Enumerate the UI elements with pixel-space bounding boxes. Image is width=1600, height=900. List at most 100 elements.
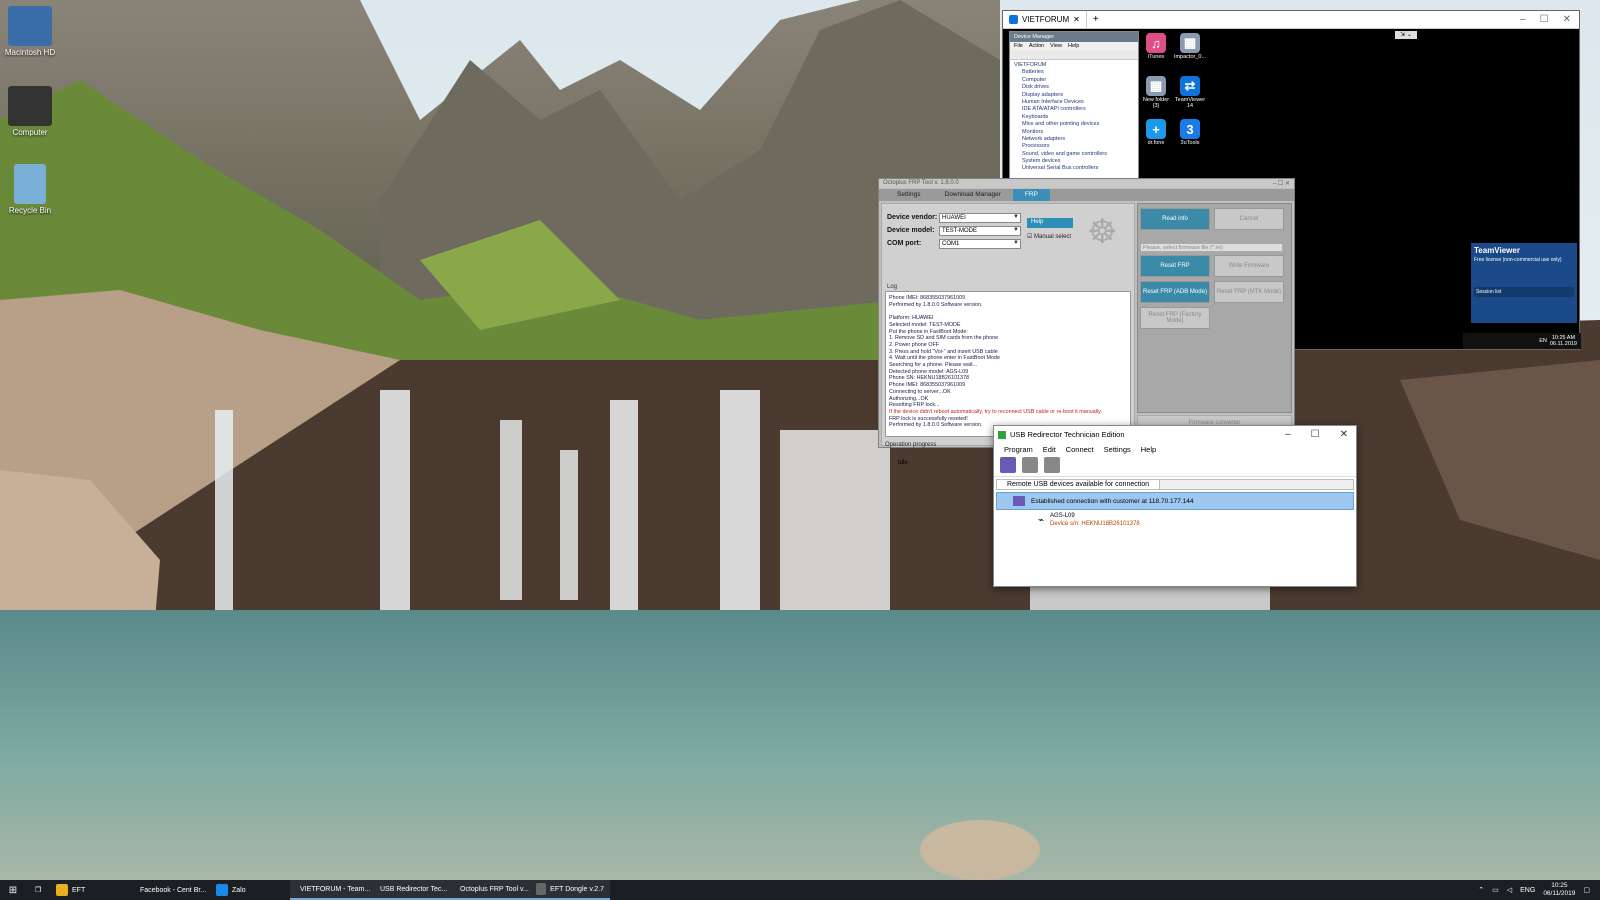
taskbar-app-button[interactable]: Zalo [210,880,290,900]
language-indicator[interactable]: ENG [1520,887,1535,894]
maximize-icon[interactable]: ☐ [1540,14,1549,25]
chevron-up-icon[interactable]: ⌃ [1478,886,1484,894]
write-firmware-button[interactable]: Write Firmware [1214,255,1284,277]
menu-help[interactable]: Help [1068,43,1079,49]
menu-connect[interactable]: Connect [1066,445,1094,454]
reset-frp-button[interactable]: Reset FRP [1140,255,1210,277]
add-connection-icon[interactable] [1000,457,1016,473]
tree-item[interactable]: Human Interface Devices [1014,99,1134,106]
tree-item[interactable]: Keyboards [1014,114,1134,121]
log-line: Detected phone model: AGS-L09 [889,368,969,375]
tree-item[interactable]: Batteries [1014,69,1134,76]
taskbar-app-label: Zalo [232,886,246,894]
minimize-icon[interactable]: – [1285,429,1291,440]
tree-item[interactable]: Sound, video and game controllers [1014,151,1134,158]
remote-view-toolbar-toggle[interactable]: ⇲ ⌄ [1395,31,1417,39]
menu-program[interactable]: Program [1004,445,1033,454]
help-button[interactable]: Help [1027,218,1073,228]
minimize-icon[interactable]: – [1520,14,1526,25]
remote-icon-new-folder[interactable]: ▦ New folder (3) [1139,76,1173,109]
taskbar-app-button[interactable]: VIETFORUM - Team... [290,880,370,900]
remote-session-tab[interactable]: VIETFORUM ✕ [1003,10,1087,29]
log-textarea[interactable]: Phone IMEI: 868355037961009 Performed by … [885,291,1131,437]
port-select[interactable]: COM1 [939,238,1021,249]
vendor-select[interactable]: HUAWEI [939,212,1021,223]
tree-item[interactable]: Mice and other pointing devices [1014,121,1134,128]
tree-item[interactable]: Universal Serial Bus controllers [1014,165,1134,172]
remote-lang[interactable]: EN [1539,338,1547,344]
vendor-label: Device vendor: [887,214,938,221]
octoplus-title: Octoplus FRP Tool v. 1.8.0.0 [883,180,959,186]
maximize-icon[interactable]: ☐ [1311,429,1320,440]
notification-icon[interactable]: ▢ [1583,886,1590,894]
tree-item[interactable]: VIETFORUM [1014,62,1134,69]
connection-text: Established connection with customer at … [1031,497,1194,505]
clock[interactable]: 10:25 06/11/2019 [1543,882,1575,898]
menu-file[interactable]: File [1014,43,1023,49]
model-select[interactable]: TEST-MODE [939,225,1021,236]
disconnect-device-icon[interactable] [1044,457,1060,473]
remote-icon-teamviewer[interactable]: ⇄ TeamViewer 14 [1173,76,1207,109]
remote-icon-3utools[interactable]: 3 3uTools [1173,119,1207,146]
taskbar-app-button[interactable]: EFT [50,880,130,900]
remote-icon-impactor[interactable]: ▦ Impactor_0... [1173,33,1207,60]
tree-item[interactable]: Processors [1014,143,1134,150]
desktop-icon-recycle-bin[interactable]: Recycle Bin [0,164,60,215]
tree-item[interactable]: Disk drives [1014,84,1134,91]
menu-edit[interactable]: Edit [1043,445,1056,454]
log-line: 3. Press and hold "Vol-" and insert USB … [889,348,998,355]
start-button[interactable]: ⊞ [0,880,26,900]
read-info-button[interactable]: Read info [1140,208,1210,230]
reset-frp-adb-button[interactable]: Reset FRP (ADB Mode) [1140,281,1210,303]
volume-icon[interactable]: ◁ [1507,886,1512,894]
menu-help[interactable]: Help [1141,445,1156,454]
remote-icon-itunes[interactable]: ♫ iTunes [1139,33,1173,60]
remote-icon-drfone[interactable]: + dr.fone [1139,119,1173,146]
remote-taskbar-tray: EN 10:25 AM 06.11.2019 [1463,333,1581,349]
folder-icon: ▦ [1146,76,1166,96]
tree-item[interactable]: Display adapters [1014,92,1134,99]
manual-select-checkbox[interactable]: ☑ Manual select [1027,233,1071,240]
taskbar-app-button[interactable]: USB Redirector Tec... [370,880,450,900]
task-view-button[interactable]: ❐ [26,880,50,900]
taskbar-app-button[interactable]: EFT Dongle v.2.7 [530,880,610,900]
close-icon[interactable]: ✕ [1340,429,1348,440]
close-icon[interactable]: ✕ [1563,14,1571,25]
menu-view[interactable]: View [1050,43,1062,49]
window-controls[interactable]: – ☐ ✕ [1273,180,1290,187]
menu-action[interactable]: Action [1029,43,1044,49]
usb-device-item[interactable]: ⌁ AGS-L09 Device s/n: HEKNU18B26101378 [1038,513,1356,528]
network-icon[interactable]: ▭ [1492,886,1499,894]
close-tab-icon[interactable]: ✕ [1073,15,1080,24]
tree-item[interactable]: Computer [1014,77,1134,84]
cancel-button[interactable]: Cancel [1214,208,1284,230]
recycle-bin-icon [14,164,46,204]
device-manager-title: Device Manager [1010,32,1138,42]
reset-frp-mtk-button[interactable]: Reset FRP (MTK Mode) [1214,281,1284,303]
tab-frp[interactable]: FRP [1012,189,1050,201]
app-icon [216,884,228,896]
octoplus-frp-window[interactable]: Octoplus FRP Tool v. 1.8.0.0 – ☐ ✕ Setti… [878,178,1295,466]
usb-redirector-window[interactable]: USB Redirector Technician Edition – ☐ ✕ … [993,425,1357,587]
desktop-icon-computer[interactable]: Computer [0,86,60,137]
connection-row[interactable]: Established connection with customer at … [996,492,1354,510]
log-line: Selected model: TEST-MODE [889,321,961,328]
add-tab-icon[interactable]: + [1087,14,1105,25]
connect-device-icon[interactable] [1022,457,1038,473]
tree-item[interactable]: Network adapters [1014,136,1134,143]
device-manager-window[interactable]: Device Manager File Action View Help VIE… [1009,31,1139,186]
tab-download-manager[interactable]: Download Manager [933,189,1013,201]
teamviewer-session-list[interactable]: Session list [1474,287,1574,297]
reset-frp-factory-button[interactable]: Reset FRP (Factory Mode) [1140,307,1210,329]
tree-item[interactable]: IDE ATA/ATAPI controllers [1014,106,1134,113]
tree-item[interactable]: Monitors [1014,129,1134,136]
taskbar-app-button[interactable]: Octoplus FRP Tool v... [450,880,530,900]
tab-settings[interactable]: Settings [885,189,933,201]
teamviewer-panel[interactable]: TeamViewer Free license (non-commercial … [1471,243,1577,323]
menu-settings[interactable]: Settings [1104,445,1131,454]
taskbar-app-button[interactable]: Facebook - Cent Br... [130,880,210,900]
port-label: COM port: [887,240,922,247]
firmware-file-input[interactable]: Please, select firmware file (*.ini) [1140,243,1283,252]
tree-item[interactable]: System devices [1014,158,1134,165]
desktop-icon-macintosh-hd[interactable]: Macintosh HD [0,6,60,57]
